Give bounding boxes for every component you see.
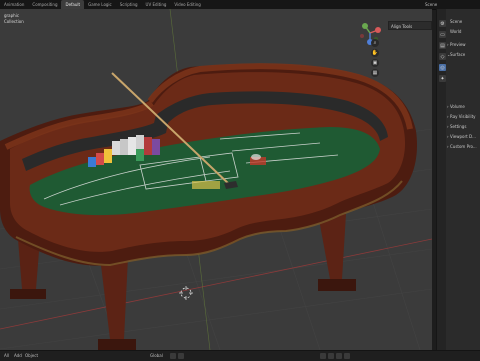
shading-icon[interactable]: [328, 353, 334, 359]
tab-game-logic[interactable]: Game Logic: [84, 0, 116, 9]
tool-icon[interactable]: ✦: [439, 75, 446, 82]
viewport-mode-label: graphic: [4, 13, 20, 18]
3d-viewport[interactable]: graphic Collection ⌕ ✋ ▣ ▦ Align Tools: [0, 9, 432, 350]
3d-cursor[interactable]: [179, 286, 193, 300]
panel-viewport-display[interactable]: Viewport D...: [450, 134, 476, 139]
tab-default[interactable]: Default: [61, 0, 85, 9]
tool-icon[interactable]: ▤: [439, 42, 446, 49]
camera-icon[interactable]: ▣: [371, 59, 379, 67]
panel-settings[interactable]: Settings: [450, 124, 466, 129]
tab-compositing[interactable]: Compositing: [28, 0, 61, 9]
panel-preview[interactable]: Preview: [450, 42, 466, 47]
scene-selector[interactable]: Scene: [421, 0, 437, 9]
zoom-icon[interactable]: ⌕: [371, 39, 379, 47]
snap-icon[interactable]: [170, 353, 176, 359]
status-bar: All Add Object Global: [0, 350, 480, 361]
align-tools-panel[interactable]: Align Tools: [388, 21, 432, 30]
scene-field-label[interactable]: Scene: [450, 19, 462, 24]
viewport-scene: [0, 9, 432, 350]
tool-icon[interactable]: ◎: [439, 64, 446, 71]
panel-custom-properties[interactable]: Custom Pro...: [450, 144, 477, 149]
panel-volume[interactable]: Volume: [450, 104, 465, 109]
panel-ray-visibility[interactable]: Ray Visibility: [450, 114, 476, 119]
tab-uv-editing[interactable]: UV Editing: [142, 0, 171, 9]
tab-scripting[interactable]: Scripting: [116, 0, 142, 9]
tab-video-editing[interactable]: Video Editing: [170, 0, 204, 9]
world-field-label[interactable]: World: [450, 29, 461, 34]
tool-icon[interactable]: ⚙: [439, 20, 446, 27]
properties-editor: Scene World › Preview ⌄ Surface › Volume…: [446, 9, 480, 350]
pan-hand-icon[interactable]: ✋: [371, 49, 379, 57]
shading-icon[interactable]: [336, 353, 342, 359]
proportional-icon[interactable]: [178, 353, 184, 359]
panel-surface[interactable]: Surface: [450, 52, 465, 57]
tool-icon[interactable]: ▭: [439, 31, 446, 38]
align-tools-label: Align Tools: [391, 24, 413, 29]
shading-icon[interactable]: [320, 353, 326, 359]
viewport-collection-label: Collection: [4, 19, 24, 24]
grid-icon[interactable]: ▦: [371, 69, 379, 77]
craps-table: [0, 63, 418, 267]
shading-icon[interactable]: [344, 353, 350, 359]
tool-icon[interactable]: ◇: [439, 53, 446, 60]
tab-animation[interactable]: Animation: [0, 0, 28, 9]
